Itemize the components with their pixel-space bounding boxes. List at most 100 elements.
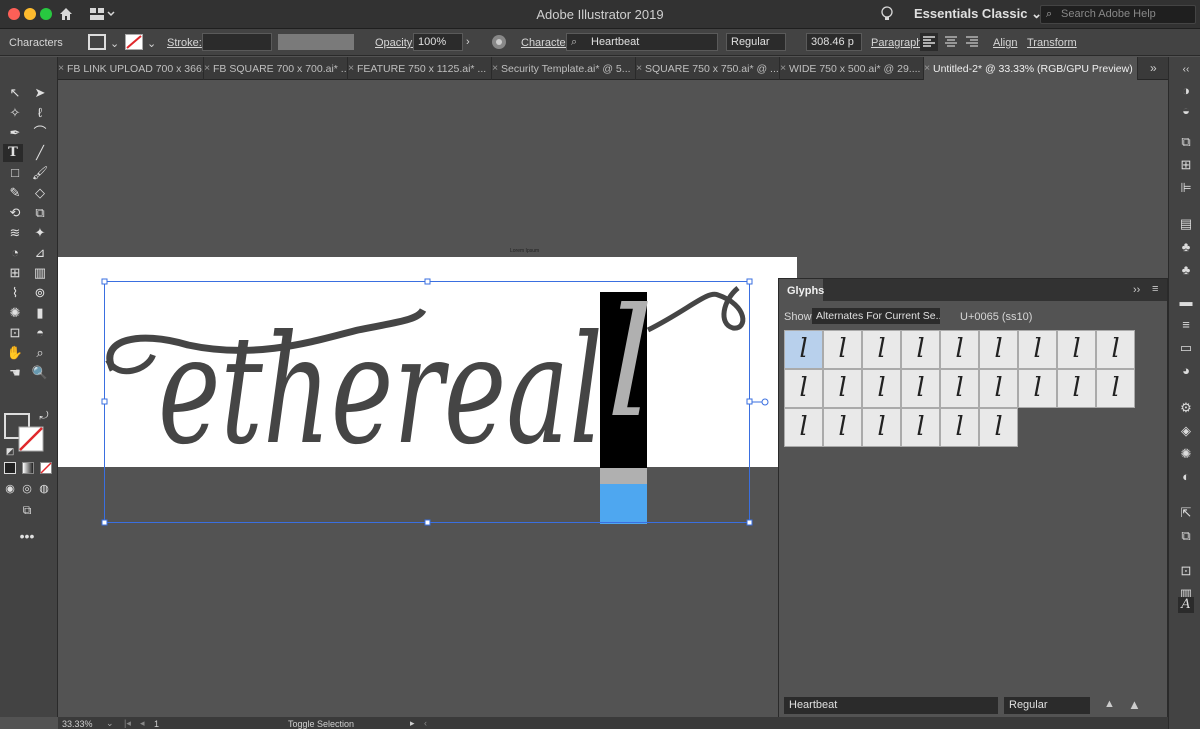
tab-document[interactable]: × SQUARE 750 x 750.ai* @ ... [636, 57, 780, 80]
selection-handle[interactable] [101, 398, 108, 405]
asset-export-icon[interactable]: ◐ [1178, 469, 1194, 485]
glyph-cell[interactable]: l [940, 369, 979, 408]
shaper-tool-icon[interactable]: ✎ [5, 184, 25, 202]
opacity-field[interactable]: 100% [413, 33, 463, 51]
recolor-artwork-icon[interactable] [491, 34, 507, 50]
symbol-sprayer-tool-icon[interactable]: ✺ [5, 304, 25, 322]
glyph-cell[interactable]: l [940, 408, 979, 447]
lasso-tool-icon[interactable]: ℓ [30, 104, 50, 122]
show-dropdown[interactable]: Alternates For Current Se... [812, 308, 940, 324]
font-family-field[interactable]: ⌕ Heartbeat [566, 33, 718, 51]
fill-swatch[interactable] [88, 34, 106, 50]
eraser-tool-icon[interactable]: ◇ [30, 184, 50, 202]
scroll-left-icon[interactable]: ‹ [424, 718, 427, 728]
none-mode-button[interactable] [40, 462, 52, 474]
symbols-panel-icon[interactable]: ▤ [1178, 216, 1194, 232]
align-panel-icon[interactable]: ⊫ [1178, 180, 1194, 196]
canvas-text-main[interactable]: ethereal [158, 304, 603, 478]
glyph-cell[interactable]: l [901, 330, 940, 369]
close-icon[interactable]: × [636, 62, 642, 74]
glyph-cell[interactable]: l [979, 408, 1018, 447]
tab-document[interactable]: × Security Template.ai* @ 5... [492, 57, 636, 80]
font-style-field[interactable]: Regular [726, 33, 786, 51]
glyphs-tab[interactable]: Glyphs [779, 279, 824, 301]
glyph-cell[interactable]: l [940, 330, 979, 369]
swap-colors-icon[interactable]: ⤾ [34, 407, 54, 425]
edit-toolbar-icon[interactable]: ••• [17, 527, 37, 545]
chevron-down-icon[interactable]: ⌄ [147, 37, 156, 50]
tab-document[interactable]: × FEATURE 750 x 1125.ai* ... [348, 57, 492, 80]
chevron-down-icon[interactable]: ⌄ [110, 37, 119, 50]
libraries-panel-icon[interactable]: ⚙ [1178, 400, 1194, 416]
glyph-cell[interactable]: l [784, 369, 823, 408]
glyph-font-style-field[interactable]: Regular [1004, 697, 1090, 714]
color-mode-button[interactable] [4, 462, 16, 474]
stroke-color-box[interactable] [18, 426, 44, 452]
previous-artboard-icon[interactable]: ◂ [140, 718, 145, 729]
club-icon[interactable]: ♣ [1178, 262, 1194, 278]
expand-dock-icon[interactable]: ‹‹ [1178, 62, 1194, 78]
mesh-tool-icon[interactable]: ⊞ [5, 264, 25, 282]
glyph-cell[interactable]: l [1057, 330, 1096, 369]
glyph-cell[interactable]: l [1018, 369, 1057, 408]
glyph-cell[interactable]: l [823, 330, 862, 369]
glyph-cell[interactable]: l [784, 330, 823, 369]
glyph-cell[interactable]: l [979, 330, 1018, 369]
first-artboard-icon[interactable]: |◂ [124, 718, 131, 729]
glyphs-panel-icon[interactable]: A [1178, 597, 1194, 613]
transparency-panel-icon[interactable]: ▬ [1178, 294, 1194, 310]
rectangle-tool-icon[interactable]: □ [5, 164, 25, 182]
glyph-cell[interactable]: l [823, 408, 862, 447]
color-panel-icon[interactable]: ◑ [1178, 83, 1194, 99]
glyph-cell[interactable]: l [1096, 330, 1135, 369]
artboard-tool-icon[interactable]: ⊡ [5, 324, 25, 342]
glyph-cell[interactable]: l [901, 408, 940, 447]
workspace-switcher[interactable]: Essentials Classic ⌄ [914, 6, 1042, 22]
selection-handle[interactable] [101, 278, 108, 285]
close-icon[interactable]: × [204, 62, 210, 74]
puppet-warp-tool-icon[interactable]: ✦ [30, 224, 50, 242]
collapse-panel-icon[interactable]: ›› [1133, 284, 1140, 296]
export-icon[interactable]: ⇱ [1178, 505, 1194, 521]
paragraph-label[interactable]: Paragraph: [871, 37, 925, 49]
appearance-panel-icon[interactable]: ◕ [1178, 363, 1194, 379]
align-right-icon[interactable] [963, 33, 981, 51]
selection-handle[interactable] [746, 519, 753, 526]
gradient-mode-button[interactable] [22, 462, 34, 474]
transform-panel-link[interactable]: Transform [1027, 37, 1077, 49]
glyph-cell[interactable]: l [862, 330, 901, 369]
glyph-cell[interactable]: l [1018, 330, 1057, 369]
glyph-cell[interactable]: l [862, 408, 901, 447]
zoom-in-glyphs-icon[interactable]: ▲ [1128, 697, 1141, 712]
gradient-tool-icon[interactable]: ▥ [30, 264, 50, 282]
tab-document-active[interactable]: × Untitled-2* @ 33.33% (RGB/GPU Preview) [924, 57, 1138, 80]
line-tool-icon[interactable]: ╱ [30, 144, 50, 162]
draw-inside-icon[interactable]: ◍ [34, 480, 54, 498]
lightbulb-icon[interactable] [880, 5, 894, 23]
tab-document[interactable]: × FB SQUARE 700 x 700.ai* ... [204, 57, 348, 80]
close-icon[interactable]: × [780, 62, 786, 74]
canvas-artwork[interactable]: ethereal l [58, 250, 778, 540]
pathfinder-panel-icon[interactable]: ⧉ [1178, 528, 1194, 544]
glyph-cell[interactable]: l [823, 369, 862, 408]
stroke-panel-icon[interactable]: ≡ [1178, 317, 1194, 333]
selection-tool-icon[interactable]: ↖ [5, 84, 25, 102]
pen-tool-icon[interactable]: ✒ [5, 124, 25, 142]
canvas-text-alt[interactable]: l [606, 277, 654, 451]
status-menu-icon[interactable]: ▸ [410, 718, 415, 729]
tab-document[interactable]: × WIDE 750 x 500.ai* @ 29.... [780, 57, 924, 80]
glyph-cell[interactable]: l [1096, 369, 1135, 408]
paintbrush-tool-icon[interactable]: 🖌 [30, 164, 50, 182]
swatches-panel-icon[interactable]: ⧉ [1178, 134, 1194, 150]
perspective-grid-tool-icon[interactable]: ⊿ [30, 244, 50, 262]
close-icon[interactable]: × [58, 62, 64, 74]
blend-tool-icon[interactable]: ⊚ [30, 284, 50, 302]
selection-handle[interactable] [746, 398, 753, 405]
font-size-field[interactable]: 308.46 p [806, 33, 862, 51]
width-tool-icon[interactable]: ≋ [5, 224, 25, 242]
brushes-panel-icon[interactable]: ⊞ [1178, 157, 1194, 173]
layers-panel-icon[interactable]: ◈ [1178, 423, 1194, 439]
close-icon[interactable]: × [492, 62, 498, 74]
direct-selection-tool-icon[interactable]: ➤ [30, 84, 50, 102]
rotate-handle[interactable] [761, 398, 769, 406]
